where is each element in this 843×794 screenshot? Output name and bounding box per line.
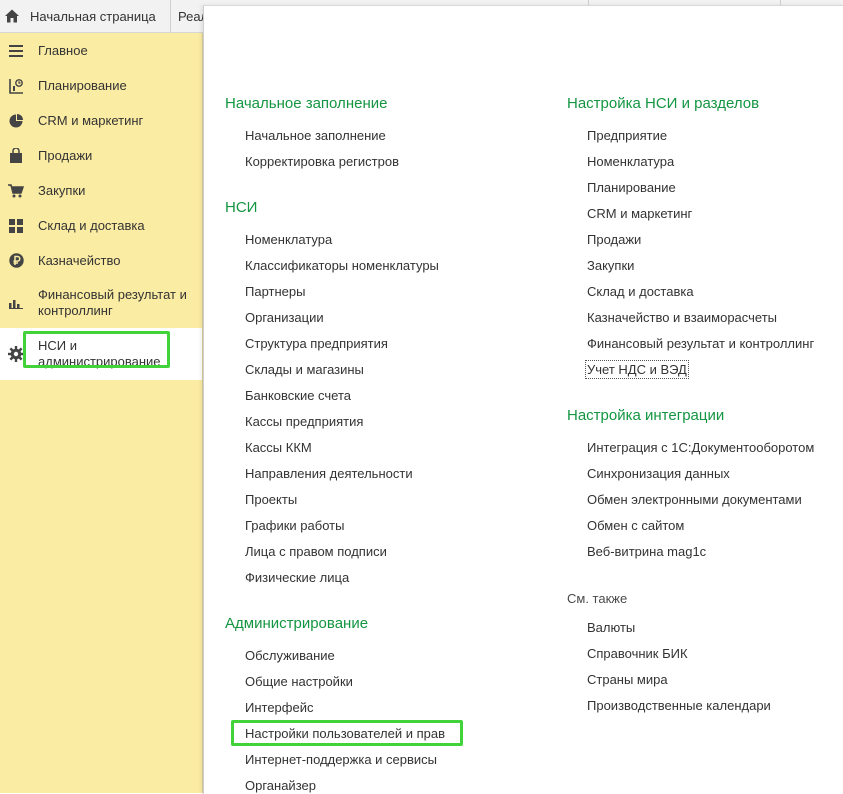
link-business-directions[interactable]: Направления деятельности (245, 466, 413, 481)
link-warehouses-stores[interactable]: Склады и магазины (245, 362, 364, 377)
tab-home[interactable]: Начальная страница (0, 0, 171, 32)
link-web-showcase[interactable]: Веб-витрина mag1c (587, 544, 706, 559)
sidebar-item-label: Казначейство (38, 252, 121, 268)
link-partners[interactable]: Партнеры (245, 284, 305, 299)
section-title-see-also: См. также (567, 591, 628, 606)
link-settings-purchases[interactable]: Закупки (587, 258, 634, 273)
section-title-admin: Администрирование (225, 615, 369, 632)
link-site-exchange[interactable]: Обмен с сайтом (587, 518, 684, 533)
sidebar-item-sales[interactable]: Продажи (0, 138, 202, 173)
shopping-bag-icon (8, 148, 24, 164)
link-nomenclature[interactable]: Номенклатура (245, 232, 332, 247)
ruble-icon (8, 253, 24, 269)
sidebar-item-label: Главное (38, 42, 88, 58)
link-cashboxes[interactable]: Кассы предприятия (245, 414, 363, 429)
warehouse-grid-icon (8, 218, 24, 234)
sidebar-item-label: CRM и маркетинг (38, 112, 144, 128)
section-title-integration: Настройка интеграции (567, 407, 725, 424)
link-kkm-cashboxes[interactable]: Кассы ККМ (245, 440, 312, 455)
bar-chart-icon (8, 295, 24, 311)
link-settings-planning[interactable]: Планирование (587, 180, 676, 195)
link-projects[interactable]: Проекты (245, 492, 297, 507)
menu-lines-icon (8, 43, 24, 59)
link-settings-warehouse[interactable]: Склад и доставка (587, 284, 694, 299)
sidebar-item-label: Склад и доставка (38, 217, 145, 233)
sidebar-item-main[interactable]: Главное (0, 33, 202, 68)
sidebar-item-label: Продажи (38, 147, 93, 163)
link-initial-fill[interactable]: Начальное заполнение (245, 128, 386, 143)
link-internet-support[interactable]: Интернет-поддержка и сервисы (245, 752, 437, 767)
section-title-nsi-settings: Настройка НСИ и разделов (567, 95, 760, 112)
sidebar-item-nsi-admin[interactable]: НСИ и администрирование (0, 328, 202, 380)
link-currencies[interactable]: Валюты (587, 620, 635, 635)
link-maintenance[interactable]: Обслуживание (245, 648, 335, 663)
sidebar-item-finance[interactable]: Финансовый результат и контроллинг (0, 278, 202, 328)
link-vat-ved[interactable]: Учет НДС и ВЭД (585, 360, 689, 379)
link-settings-treasury[interactable]: Казначейство и взаиморасчеты (587, 310, 777, 325)
link-signatories[interactable]: Лица с правом подписи (245, 544, 387, 559)
link-settings-nomenclature[interactable]: Номенклатура (587, 154, 674, 169)
link-general-settings[interactable]: Общие настройки (245, 674, 353, 689)
home-icon (5, 9, 19, 23)
link-production-calendars[interactable]: Производственные календари (587, 698, 771, 713)
link-settings-finance[interactable]: Финансовый результат и контроллинг (587, 336, 814, 351)
link-settings-crm[interactable]: CRM и маркетинг (587, 206, 692, 221)
planning-icon (8, 78, 24, 94)
sidebar-item-planning[interactable]: Планирование (0, 68, 202, 103)
cart-icon (8, 183, 24, 199)
sidebar-item-crm[interactable]: CRM и маркетинг (0, 103, 202, 138)
section-title-initial: Начальное заполнение (225, 95, 388, 112)
link-edi[interactable]: Обмен электронными документами (587, 492, 802, 507)
link-individuals[interactable]: Физические лица (245, 570, 349, 585)
link-data-sync[interactable]: Синхронизация данных (587, 466, 730, 481)
sidebar-item-label: Закупки (38, 182, 86, 198)
pie-chart-icon (8, 113, 24, 129)
link-docflow-integration[interactable]: Интеграция с 1С:Документооборотом (587, 440, 814, 455)
link-organizer[interactable]: Органайзер (245, 778, 316, 793)
function-panel: Начальное заполнение Начальное заполнени… (203, 5, 843, 794)
link-settings-sales[interactable]: Продажи (587, 232, 641, 247)
link-organizations[interactable]: Организации (245, 310, 324, 325)
link-register-correction[interactable]: Корректировка регистров (245, 154, 399, 169)
link-enterprise[interactable]: Предприятие (587, 128, 667, 143)
sidebar-item-label: Планирование (38, 77, 127, 93)
link-interface[interactable]: Интерфейс (245, 700, 313, 715)
tab-home-label: Начальная страница (30, 8, 156, 24)
link-bank-accounts[interactable]: Банковские счета (245, 388, 351, 403)
section-title-nsi: НСИ (225, 199, 258, 216)
link-work-schedules[interactable]: Графики работы (245, 518, 344, 533)
highlight-frame (23, 331, 170, 368)
gear-icon (8, 346, 24, 362)
sidebar-item-warehouse[interactable]: Склад и доставка (0, 208, 202, 243)
highlight-frame (231, 720, 463, 746)
link-enterprise-structure[interactable]: Структура предприятия (245, 336, 388, 351)
link-bik-directory[interactable]: Справочник БИК (587, 646, 688, 661)
sections-sidebar: Главное Планирование CRM и маркетинг Про… (0, 33, 203, 793)
sidebar-item-purchases[interactable]: Закупки (0, 173, 202, 208)
sidebar-item-treasury[interactable]: Казначейство (0, 243, 202, 278)
link-countries[interactable]: Страны мира (587, 672, 668, 687)
sidebar-item-label: Финансовый результат и контроллинг (38, 287, 187, 318)
link-nomenclature-classifiers[interactable]: Классификаторы номенклатуры (245, 258, 439, 273)
